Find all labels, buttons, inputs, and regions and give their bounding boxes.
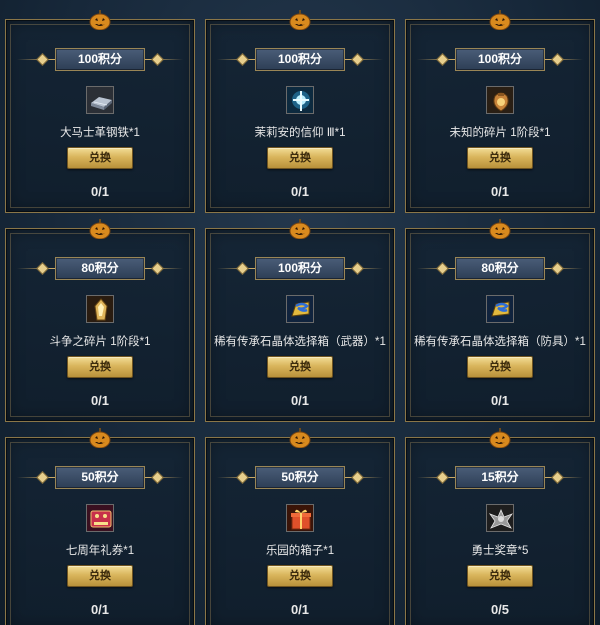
redeem-count: 0/1 xyxy=(290,602,310,617)
reward-item-name: 茉莉安的信仰 Ⅲ*1 xyxy=(254,127,346,139)
diamond-ornament xyxy=(151,471,164,484)
diamond-ornament xyxy=(236,471,249,484)
blue-light-icon xyxy=(286,86,314,114)
reward-item-name: 未知的碎片 1阶段*1 xyxy=(449,127,551,139)
diamond-ornament xyxy=(36,262,49,275)
crystal-box-weapon-icon xyxy=(286,295,314,323)
points-ribbon: 80积分 xyxy=(411,257,589,281)
points-cost-label: 50积分 xyxy=(255,466,345,489)
diamond-ornament xyxy=(436,471,449,484)
redeem-count: 0/5 xyxy=(490,602,510,617)
redeem-count: 0/1 xyxy=(90,393,110,408)
exchange-button[interactable]: 兑换 xyxy=(67,356,133,378)
points-cost-label: 100积分 xyxy=(255,257,345,280)
diamond-ornament xyxy=(551,262,564,275)
points-ribbon: 100积分 xyxy=(11,48,189,72)
reward-item-name: 勇士奖章*5 xyxy=(471,545,529,557)
pumpkin-icon xyxy=(489,428,511,448)
diamond-ornament xyxy=(436,53,449,66)
points-ribbon: 100积分 xyxy=(211,257,389,281)
redeem-count: 0/1 xyxy=(490,393,510,408)
diamond-ornament xyxy=(236,53,249,66)
points-cost-label: 80积分 xyxy=(455,257,545,280)
exchange-button[interactable]: 兑换 xyxy=(67,147,133,169)
reward-item-name: 乐园的箱子*1 xyxy=(265,545,335,557)
coupon-icon xyxy=(86,504,114,532)
pumpkin-icon xyxy=(89,10,111,30)
exchange-button[interactable]: 兑换 xyxy=(267,565,333,587)
steel-ingot-icon xyxy=(86,86,114,114)
diamond-ornament xyxy=(351,471,364,484)
exchange-button[interactable]: 兑换 xyxy=(467,356,533,378)
exchange-button[interactable]: 兑换 xyxy=(467,565,533,587)
redeem-count: 0/1 xyxy=(90,602,110,617)
reward-card: 100积分 茉莉安的信仰 Ⅲ*1 兑换 0/1 xyxy=(205,10,395,213)
reward-item-name: 斗争之碎片 1阶段*1 xyxy=(49,336,151,348)
points-ribbon: 50积分 xyxy=(11,466,189,490)
reward-card: 50积分 七周年礼券*1 兑换 0/1 xyxy=(5,428,195,625)
crystal-box-armor-icon xyxy=(486,295,514,323)
reward-card: 50积分 乐园的箱子*1 兑换 0/1 xyxy=(205,428,395,625)
points-cost-label: 100积分 xyxy=(455,48,545,71)
points-ribbon: 100积分 xyxy=(411,48,589,72)
pumpkin-icon xyxy=(89,428,111,448)
points-cost-label: 80积分 xyxy=(55,257,145,280)
diamond-ornament xyxy=(551,53,564,66)
points-ribbon: 100积分 xyxy=(211,48,389,72)
fragment-bag-icon xyxy=(486,86,514,114)
points-cost-label: 100积分 xyxy=(55,48,145,71)
reward-card: 15积分 勇士奖章*5 兑换 0/5 xyxy=(405,428,595,625)
reward-item-name: 大马士革钢铁*1 xyxy=(60,127,140,139)
diamond-ornament xyxy=(151,262,164,275)
diamond-ornament xyxy=(436,262,449,275)
redeem-count: 0/1 xyxy=(290,393,310,408)
reward-card: 100积分 未知的碎片 1阶段*1 兑换 0/1 xyxy=(405,10,595,213)
pumpkin-icon xyxy=(289,428,311,448)
exchange-button[interactable]: 兑换 xyxy=(67,565,133,587)
points-cost-label: 15积分 xyxy=(455,466,545,489)
redeem-count: 0/1 xyxy=(490,184,510,199)
points-cost-label: 50积分 xyxy=(55,466,145,489)
diamond-ornament xyxy=(36,471,49,484)
points-ribbon: 80积分 xyxy=(11,257,189,281)
pumpkin-icon xyxy=(289,219,311,239)
reward-card: 80积分 斗争之碎片 1阶段*1 兑换 0/1 xyxy=(5,219,195,422)
gift-box-icon xyxy=(286,504,314,532)
points-cost-label: 100积分 xyxy=(255,48,345,71)
exchange-button[interactable]: 兑换 xyxy=(467,147,533,169)
pumpkin-icon xyxy=(489,219,511,239)
exchange-button[interactable]: 兑换 xyxy=(267,147,333,169)
pumpkin-icon xyxy=(489,10,511,30)
reward-item-name: 稀有传承石晶体选择箱（防具）*1 xyxy=(414,336,586,348)
points-ribbon: 50积分 xyxy=(211,466,389,490)
diamond-ornament xyxy=(351,53,364,66)
pumpkin-icon xyxy=(89,219,111,239)
redeem-count: 0/1 xyxy=(290,184,310,199)
exchange-button[interactable]: 兑换 xyxy=(267,356,333,378)
battle-fragment-icon xyxy=(86,295,114,323)
medal-icon xyxy=(486,504,514,532)
diamond-ornament xyxy=(151,53,164,66)
reward-grid: 100积分 大马士革钢铁*1 兑换 0/1 100积分 茉莉安的信仰 Ⅲ*1 兑… xyxy=(0,0,600,625)
diamond-ornament xyxy=(236,262,249,275)
reward-item-name: 稀有传承石晶体选择箱（武器）*1 xyxy=(214,336,386,348)
reward-card: 80积分 稀有传承石晶体选择箱（防具）*1 兑换 0/1 xyxy=(405,219,595,422)
reward-card: 100积分 大马士革钢铁*1 兑换 0/1 xyxy=(5,10,195,213)
reward-card: 100积分 稀有传承石晶体选择箱（武器）*1 兑换 0/1 xyxy=(205,219,395,422)
points-ribbon: 15积分 xyxy=(411,466,589,490)
reward-item-name: 七周年礼券*1 xyxy=(65,545,135,557)
diamond-ornament xyxy=(551,471,564,484)
diamond-ornament xyxy=(36,53,49,66)
diamond-ornament xyxy=(351,262,364,275)
pumpkin-icon xyxy=(289,10,311,30)
redeem-count: 0/1 xyxy=(90,184,110,199)
